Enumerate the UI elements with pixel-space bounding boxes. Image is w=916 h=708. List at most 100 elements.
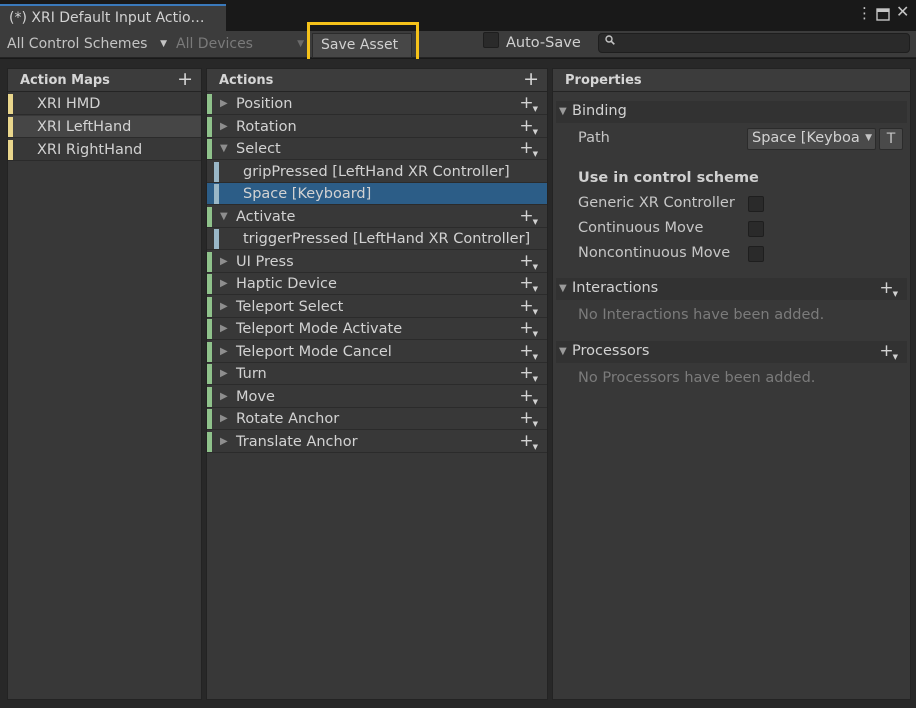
path-dropdown[interactable]: Space [Keyboa ▼ [747, 128, 876, 150]
path-label: Path [578, 130, 610, 146]
add-binding-icon[interactable]: +▼ [519, 408, 539, 428]
action-label: Translate Anchor [236, 433, 358, 450]
foldout-closed-icon[interactable]: ▶ [220, 323, 228, 334]
foldout-open-icon: ▼ [559, 283, 567, 294]
control-scheme-checkbox[interactable] [748, 221, 764, 237]
action-label: UI Press [236, 253, 294, 270]
add-action-map-icon[interactable]: + [177, 68, 193, 90]
action-map-item[interactable]: XRI HMD [8, 93, 201, 115]
foldout-open-icon: ▼ [559, 106, 567, 117]
close-icon[interactable]: ✕ [896, 4, 909, 20]
foldout-open-icon[interactable]: ▼ [220, 143, 228, 154]
add-processor-icon[interactable]: +▼ [879, 341, 899, 361]
control-scheme-label: Noncontinuous Move [578, 245, 731, 261]
text-mode-button[interactable]: T [879, 128, 903, 150]
add-binding-icon[interactable]: +▼ [519, 318, 539, 338]
foldout-closed-icon[interactable]: ▶ [220, 256, 228, 267]
action-color-bar [207, 296, 212, 317]
add-binding-icon[interactable]: +▼ [519, 206, 539, 226]
action-label: Rotate Anchor [236, 411, 340, 427]
action-row[interactable]: ▶ Teleport Select +▼ [207, 296, 547, 318]
action-color-bar [207, 139, 212, 159]
action-color-bar [207, 431, 212, 452]
interactions-empty-text: No Interactions have been added. [578, 307, 825, 323]
action-color-bar [207, 251, 212, 272]
action-label: Rotation [236, 118, 297, 135]
title-bar: (*) XRI Default Input Actio… ⋮ ✕ [0, 0, 916, 31]
foldout-closed-icon[interactable]: ▶ [220, 121, 228, 132]
binding-row[interactable]: Space [Keyboard] [207, 183, 547, 205]
add-binding-icon[interactable]: +▼ [519, 273, 539, 293]
action-label: Teleport Mode Activate [236, 321, 403, 337]
devices-dropdown[interactable]: All Devices ▼ [170, 34, 306, 56]
control-scheme-dropdown[interactable]: All Control Schemes ▼ [1, 34, 169, 56]
control-scheme-heading: Use in control scheme [578, 170, 759, 186]
add-binding-icon[interactable]: +▼ [519, 93, 539, 113]
action-label: Turn [236, 366, 267, 382]
auto-save-checkbox[interactable] [483, 32, 499, 48]
action-row[interactable]: ▼ Activate +▼ [207, 206, 547, 228]
add-binding-icon[interactable]: +▼ [519, 138, 539, 158]
foldout-closed-icon[interactable]: ▶ [220, 301, 228, 312]
window-tab[interactable]: (*) XRI Default Input Actio… [0, 4, 226, 31]
search-input[interactable] [598, 33, 910, 53]
action-row[interactable]: ▶ UI Press +▼ [207, 251, 547, 273]
action-row[interactable]: ▶ Teleport Mode Activate +▼ [207, 318, 547, 340]
save-asset-button[interactable]: Save Asset [312, 33, 412, 58]
binding-row[interactable]: gripPressed [LeftHand XR Controller] [207, 161, 547, 183]
processors-empty-text: No Processors have been added. [578, 370, 816, 386]
action-row[interactable]: ▶ Teleport Mode Cancel +▼ [207, 341, 547, 363]
toolbar: All Control Schemes ▼ All Devices ▼ Save… [0, 31, 916, 58]
binding-color-bar [214, 161, 219, 182]
add-interaction-icon[interactable]: +▼ [879, 278, 899, 298]
action-color-bar [207, 94, 212, 114]
add-binding-icon[interactable]: +▼ [519, 296, 539, 316]
foldout-closed-icon[interactable]: ▶ [220, 436, 228, 447]
foldout-closed-icon[interactable]: ▶ [220, 413, 228, 424]
dropdown-caret-icon: ▼ [160, 39, 167, 49]
foldout-closed-icon[interactable]: ▶ [220, 368, 228, 379]
action-color-bar [207, 319, 212, 339]
binding-color-bar [214, 229, 219, 249]
foldout-open-icon[interactable]: ▼ [220, 211, 228, 222]
action-row[interactable]: ▶ Haptic Device +▼ [207, 273, 547, 295]
action-row[interactable]: ▼ Select +▼ [207, 138, 547, 160]
processors-section-header[interactable]: ▼ Processors +▼ [556, 341, 907, 363]
action-row[interactable]: ▶ Position +▼ [207, 93, 547, 115]
kebab-menu-icon[interactable]: ⋮ [857, 6, 872, 21]
add-binding-icon[interactable]: +▼ [519, 251, 539, 271]
add-binding-icon[interactable]: +▼ [519, 431, 539, 451]
interactions-section-header[interactable]: ▼ Interactions +▼ [556, 278, 907, 300]
binding-row[interactable]: triggerPressed [LeftHand XR Controller] [207, 228, 547, 250]
map-color-bar [8, 140, 13, 160]
control-scheme-checkbox[interactable] [748, 246, 764, 262]
add-binding-icon[interactable]: +▼ [519, 341, 539, 361]
add-binding-icon[interactable]: +▼ [519, 116, 539, 136]
control-scheme-label: Generic XR Controller [578, 195, 735, 211]
auto-save-label: Auto-Save [506, 35, 581, 51]
interactions-title: Interactions [572, 280, 659, 296]
action-row[interactable]: ▶ Move +▼ [207, 386, 547, 408]
action-map-item[interactable]: XRI LeftHand [8, 116, 201, 138]
add-binding-icon[interactable]: +▼ [519, 386, 539, 406]
foldout-closed-icon[interactable]: ▶ [220, 278, 228, 289]
maximize-icon[interactable] [876, 8, 890, 25]
action-row[interactable]: ▶ Rotation +▼ [207, 116, 547, 138]
foldout-closed-icon[interactable]: ▶ [220, 346, 228, 357]
foldout-closed-icon[interactable]: ▶ [220, 98, 228, 109]
add-action-icon[interactable]: + [523, 68, 539, 90]
action-map-item[interactable]: XRI RightHand [8, 139, 201, 161]
path-value: Space [Keyboa [752, 130, 860, 146]
binding-label: triggerPressed [LeftHand XR Controller] [243, 231, 531, 247]
action-label: Teleport Mode Cancel [236, 343, 392, 360]
actions-panel: Actions + ▶ Position +▼ ▶ Rotation +▼ ▼ Select +… [206, 68, 548, 700]
binding-section-header[interactable]: ▼ Binding [556, 101, 907, 123]
properties-header: Properties [553, 69, 910, 92]
action-row[interactable]: ▶ Turn +▼ [207, 363, 547, 385]
foldout-closed-icon[interactable]: ▶ [220, 391, 228, 402]
add-binding-icon[interactable]: +▼ [519, 363, 539, 383]
action-label: Position [236, 96, 293, 112]
control-scheme-checkbox[interactable] [748, 196, 764, 212]
action-row[interactable]: ▶ Translate Anchor +▼ [207, 431, 547, 453]
action-row[interactable]: ▶ Rotate Anchor +▼ [207, 408, 547, 430]
